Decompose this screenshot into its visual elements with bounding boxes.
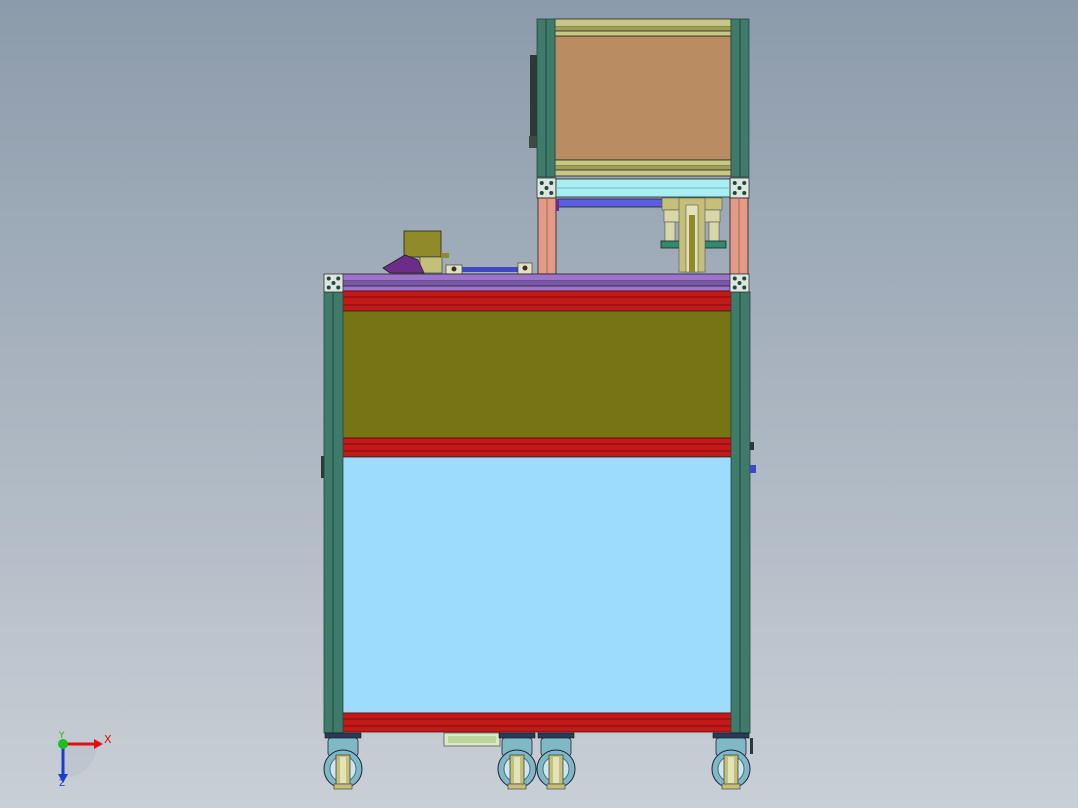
motor-housing <box>403 230 442 258</box>
left-door-handle <box>321 456 324 478</box>
joint-bolt <box>732 276 737 281</box>
cad-viewport[interactable]: X Y Z <box>0 0 1078 808</box>
upper-rail-bottom <box>554 159 732 167</box>
upper-rail-top <box>554 18 732 28</box>
upper-rail-top-2 <box>555 27 731 31</box>
joint-bolt <box>742 181 747 185</box>
blue-guide-rod <box>557 198 669 208</box>
caster-foot <box>333 783 353 790</box>
red-beam-middle <box>341 437 733 458</box>
joint-bolt <box>732 191 737 195</box>
joint-bolt <box>544 186 549 190</box>
machine-front-view <box>0 0 1078 808</box>
upper-rail-top-3 <box>554 30 732 37</box>
caster-mount-plate <box>712 732 750 739</box>
joint-bolt <box>331 281 336 285</box>
joint-bolt <box>549 191 554 195</box>
joint-bolt <box>539 191 544 195</box>
caster-mount-plate <box>498 732 536 739</box>
caster-2 <box>497 732 537 790</box>
upper-rail-bottom-3 <box>554 169 732 177</box>
joint-bolt <box>539 181 544 185</box>
joint-bolt <box>326 285 331 290</box>
joint-bolt <box>336 276 341 281</box>
sky-blue-panel <box>341 456 733 714</box>
joint-bolt <box>737 186 742 190</box>
table-top-trim <box>341 285 733 292</box>
triad-y-label: Y <box>59 731 65 741</box>
lead-screw <box>462 267 518 272</box>
caster-mount-plate <box>324 732 362 739</box>
triad-x-label: X <box>104 733 112 746</box>
joint-bolt <box>742 276 747 281</box>
red-beam-bottom <box>341 712 733 733</box>
table-top-plate <box>341 273 733 282</box>
joint-bolt <box>732 181 737 185</box>
upper-rail-bottom-2 <box>555 166 731 170</box>
lower-cabinet <box>321 273 756 754</box>
caster-4 <box>711 732 751 790</box>
caster-3 <box>536 732 576 790</box>
caster-foot <box>546 783 566 790</box>
joint-bolt <box>549 181 554 185</box>
caster-foot <box>507 783 527 790</box>
joint-bolt <box>737 281 742 285</box>
upper-cabinet <box>529 18 750 178</box>
caster-foot <box>721 783 741 790</box>
right-side-fitting <box>750 442 754 450</box>
caster-1 <box>323 732 363 790</box>
joint-bolt <box>742 285 747 290</box>
joint-bolt <box>326 276 331 281</box>
olive-panel <box>341 310 733 439</box>
joint-bolt <box>336 285 341 290</box>
caster-mount-plate <box>537 732 575 739</box>
upper-panel <box>554 35 732 161</box>
red-beam-top <box>341 290 733 312</box>
joint-bolt <box>732 285 737 290</box>
triad-z-label: Z <box>59 779 66 789</box>
joint-bolt <box>742 191 747 195</box>
